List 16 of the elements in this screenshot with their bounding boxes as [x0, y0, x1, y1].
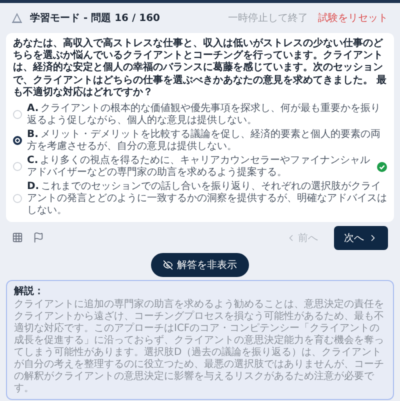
radio-button[interactable]: [13, 136, 22, 146]
logo-icon: [10, 12, 24, 24]
option-text[interactable]: D. これまでのセッションでの話し合いを振り返り、それぞれの選択肢がクライアントの発言とどのように一致するかの洞察を提供するが、明確なアドバイスはしない。: [27, 180, 387, 217]
explanation-text: クライアントに追加の専門家の助言を求めるよう勧めることは、意思決定の責任をクライアントから遠ざけ、コーチングプロセスを損なう可能性があるため、最も不適切な対応です。このアプローチはICFのコア・コンピテンシー「クライアントの成長を促進する」に沿っておらず、クライアントの意思決定能力を育む機会を奪ってしまう可能性があります。選択肢D（過去の議論を振り返る）は、クライアントが自分の考えを整理するのに役立つため、最悪の選択肢ではありませんが、コーチの解釈がクライアントの意思決定に影響を与えるリスクがあるため注意が必要です。: [14, 298, 385, 395]
next-button[interactable]: 次へ: [334, 226, 388, 250]
option-text[interactable]: A. クライアントの根本的な価値観や優先事項を探求し、何が最も重要かを振り返るよう促しながら、個人的な意見は提供しない。: [27, 102, 387, 127]
explanation-title: 解説：: [14, 284, 45, 298]
page-title: 学習モード - 問題 16 / 160: [30, 12, 161, 25]
reset-link[interactable]: 試験をリセット: [316, 11, 390, 25]
flag-icon[interactable]: [33, 232, 44, 244]
grid-icon[interactable]: [12, 232, 23, 244]
option-text[interactable]: C. より多くの視点を得るために、キャリアカウンセラーやファイナンシャルアドバイザーなどの専門家の助言を求めるよう提案する。: [27, 154, 372, 179]
eye-off-icon: [163, 260, 173, 270]
option-text[interactable]: B. メリット・デメリットを比較する議論を促し、経済的要素と個人的要素の両方を考慮させるが、自分の意見は提供しない。: [27, 128, 387, 153]
question-text: あなたは、高収入で高ストレスな仕事と、収入は低いがストレスの少ない仕事のどちらを選ぶか悩んでいるクライアントとコーチングを行っています。クライアントは、経済的な安定と個人の幸福のバランスに葛藤を感じています。次のセッションで、クライアントはどちらの仕事を選ぶべきかあなたの意見を求めてきました。 最も不適切な対応はどれですか？: [13, 38, 387, 99]
hide-answer-button[interactable]: 解答を非表示: [151, 252, 249, 277]
